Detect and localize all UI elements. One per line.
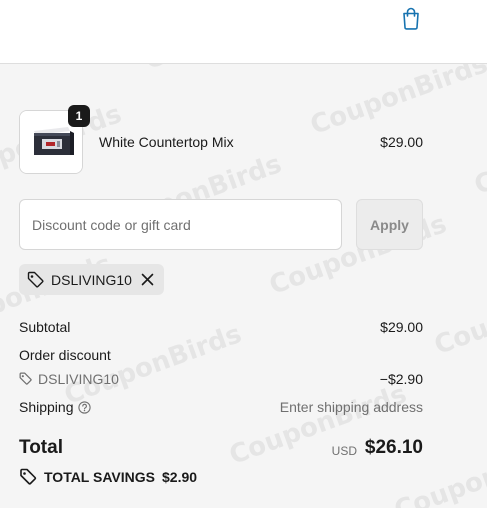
applied-discount-chip: DSLIVING10 (19, 264, 164, 295)
shipping-value: Enter shipping address (279, 399, 423, 415)
close-icon[interactable] (141, 273, 154, 286)
shipping-label: Shipping (19, 399, 74, 415)
tag-icon (20, 468, 37, 485)
product-price: $29.00 (380, 134, 423, 150)
help-icon[interactable] (77, 401, 91, 414)
subtotal-value: $29.00 (380, 319, 423, 335)
order-discount-label: Order discount (19, 347, 111, 363)
total-value: $26.10 (364, 437, 423, 458)
discount-code-text: DSLIVING10 (38, 371, 119, 387)
total-label: Total (19, 437, 63, 458)
apply-button[interactable]: Apply (356, 199, 423, 250)
checkout-header (0, 0, 487, 64)
line-item: 1 White Countertop Mix $29.00 (19, 105, 423, 174)
product-name: White Countertop Mix (99, 134, 234, 150)
discount-amount: −$2.90 (379, 371, 423, 387)
shopping-bag-icon[interactable] (400, 6, 422, 30)
order-summary: 1 White Countertop Mix $29.00 Apply DSLI… (0, 64, 487, 508)
currency-code: USD (331, 444, 357, 458)
savings-label: TOTAL SAVINGS (44, 469, 155, 485)
tag-icon (19, 372, 32, 385)
quantity-badge: 1 (68, 105, 90, 127)
savings-value: $2.90 (162, 469, 198, 485)
discount-code-label: DSLIVING10 (51, 272, 132, 288)
shipping-label-group: Shipping (19, 399, 91, 415)
discount-code-input[interactable] (19, 199, 342, 250)
tag-icon (27, 271, 44, 288)
discount-code-line: DSLIVING10 (19, 371, 119, 387)
subtotal-label: Subtotal (19, 319, 71, 335)
